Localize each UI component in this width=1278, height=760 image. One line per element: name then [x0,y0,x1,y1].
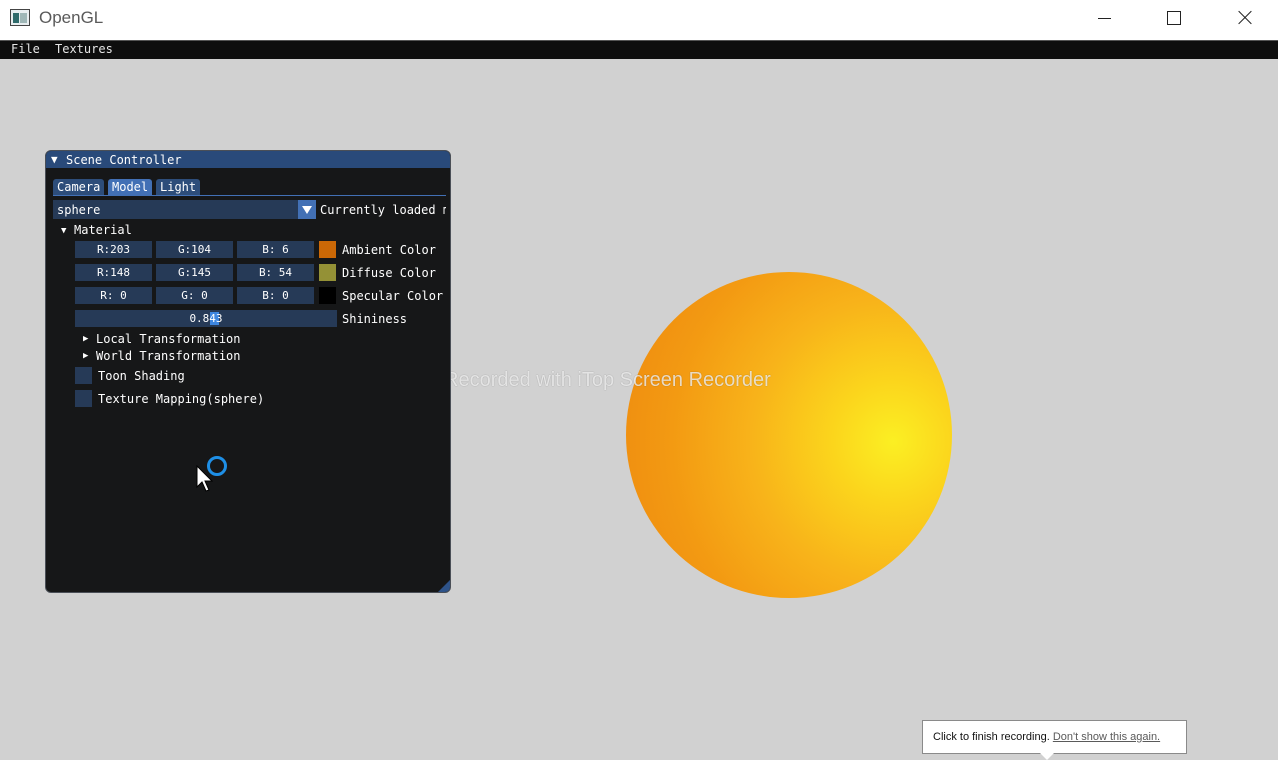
diffuse-color-swatch[interactable] [319,264,336,281]
texture-mapping-label: Texture Mapping(sphere) [98,392,265,406]
ambient-color-label: Ambient Color [342,243,436,257]
diffuse-r-field[interactable]: R:148 [75,264,152,281]
rendered-sphere [626,272,952,598]
tab-bar-underline [53,195,446,196]
scene-controller-title: Scene Controller [66,153,182,167]
shininess-slider[interactable]: 0.843 [75,310,337,327]
menu-file[interactable]: File [11,42,40,56]
diffuse-g-field[interactable]: G:145 [156,264,233,281]
close-button[interactable] [1210,0,1278,40]
dont-show-again-link[interactable]: Don't show this again. [1053,731,1160,743]
material-tree-node[interactable]: Material [74,223,132,237]
ambient-g-field[interactable]: G:104 [156,241,233,258]
scene-controller-title-bar[interactable]: ▼ Scene Controller [46,151,450,168]
menu-bar: File Textures [0,40,1278,59]
combo-dropdown-arrow-icon[interactable] [298,200,316,219]
shininess-value: 0.843 [189,312,223,325]
menu-textures[interactable]: Textures [55,42,113,56]
material-tree-open-arrow-icon[interactable]: ▼ [61,226,66,236]
maximize-button[interactable] [1140,0,1210,40]
recorder-popup[interactable]: Click to finish recording. Don't show th… [922,720,1187,754]
diffuse-color-label: Diffuse Color [342,266,436,280]
opengl-app-icon [10,9,30,26]
model-select-label: Currently loaded m [320,203,446,217]
window-title: OpenGL [39,8,104,27]
window-title-bar: OpenGL [0,0,1278,40]
recorder-popup-text[interactable]: Click to finish recording. [933,731,1050,743]
specular-g-field[interactable]: G: 0 [156,287,233,304]
tab-light[interactable]: Light [156,179,201,195]
diffuse-b-field[interactable]: B: 54 [237,264,314,281]
shininess-label: Shininess [342,312,408,326]
ambient-r-field[interactable]: R:203 [75,241,152,258]
tab-camera[interactable]: Camera [53,179,105,195]
world-transformation-node[interactable]: World Transformation [96,349,241,363]
toon-shading-checkbox[interactable] [75,367,92,384]
world-transformation-arrow-icon[interactable]: ▶ [83,351,88,361]
specular-b-field[interactable]: B: 0 [237,287,314,304]
scene-controller-window: ▼ Scene Controller Camera Model Light sp… [45,150,451,593]
toon-shading-label: Toon Shading [98,369,185,383]
ambient-b-field[interactable]: B: 6 [237,241,314,258]
local-transformation-node[interactable]: Local Transformation [96,332,241,346]
resize-grip-icon[interactable] [438,580,450,592]
recorder-watermark: Recorded with iTop Screen Recorder [444,369,771,391]
collapse-arrow-icon[interactable]: ▼ [51,153,58,166]
tab-model[interactable]: Model [108,179,153,195]
model-select-value: sphere [57,203,101,217]
ambient-color-swatch[interactable] [319,241,336,258]
recorder-popup-tail [1040,753,1054,760]
specular-r-field[interactable]: R: 0 [75,287,152,304]
local-transformation-arrow-icon[interactable]: ▶ [83,334,88,344]
specular-color-label: Specular Color [342,289,444,303]
texture-mapping-checkbox[interactable] [75,390,92,407]
minimize-button[interactable] [1070,0,1140,40]
busy-spinner-icon [207,456,227,476]
model-select[interactable]: sphere [53,200,316,219]
specular-color-swatch[interactable] [319,287,336,304]
